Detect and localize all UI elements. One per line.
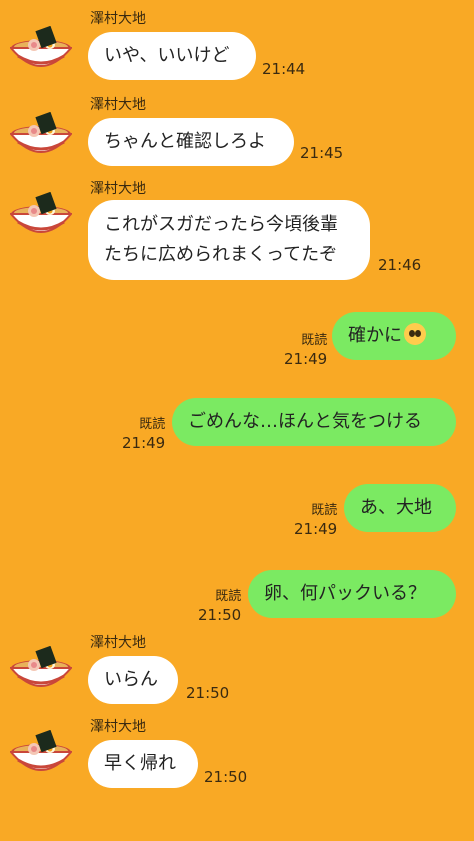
message-time: 21:50 (186, 684, 230, 702)
read-receipt: 既読 (311, 503, 338, 518)
message-line: これがスガだったら今頃後輩 (104, 214, 338, 235)
message-meta: 既読 21:49 (122, 416, 165, 452)
message-bubble[interactable]: これがスガだったら今頃後輩 たちに広められまくってたぞ (88, 200, 370, 280)
ramen-bowl-icon[interactable] (10, 730, 72, 778)
pleading-face-emoji (404, 323, 426, 345)
sender-name: 澤村大地 (90, 635, 146, 651)
message-bubble[interactable]: いらん (88, 656, 178, 704)
read-receipt: 既読 (301, 333, 328, 348)
ramen-bowl-icon[interactable] (10, 112, 72, 160)
sender-name: 澤村大地 (90, 181, 146, 197)
message-line: たちに広められまくってたぞ (104, 244, 338, 265)
message-meta: 既読 21:49 (284, 332, 327, 368)
message-text: 確かに (348, 325, 402, 346)
ramen-bowl-icon[interactable] (10, 646, 72, 694)
message-bubble[interactable]: いや、いいけど (88, 32, 256, 80)
read-receipt: 既読 (139, 417, 166, 432)
sender-name: 澤村大地 (90, 97, 146, 113)
ramen-bowl-icon[interactable] (10, 26, 72, 74)
message-bubble[interactable]: あ、大地 (344, 484, 456, 532)
message-bubble[interactable]: 早く帰れ (88, 740, 198, 788)
message-time: 21:46 (378, 256, 422, 274)
message-time: 21:49 (122, 434, 166, 452)
ramen-bowl-icon[interactable] (10, 192, 72, 240)
sender-name: 澤村大地 (90, 11, 146, 27)
message-bubble[interactable]: 卵、何パックいる？ (248, 570, 456, 618)
message-time: 21:45 (300, 144, 344, 162)
message-time: 21:44 (262, 60, 306, 78)
sender-name: 澤村大地 (90, 719, 146, 735)
read-receipt: 既読 (215, 589, 242, 604)
message-time: 21:50 (198, 606, 242, 624)
message-meta: 既読 21:50 (198, 588, 241, 624)
message-bubble[interactable]: 確かに (332, 312, 456, 360)
message-time: 21:49 (284, 350, 328, 368)
message-bubble[interactable]: ごめんな…ほんと気をつける (172, 398, 456, 446)
message-bubble[interactable]: ちゃんと確認しろよ (88, 118, 294, 166)
message-time: 21:50 (204, 768, 248, 786)
message-time: 21:49 (294, 520, 338, 538)
message-meta: 既読 21:49 (294, 502, 337, 538)
